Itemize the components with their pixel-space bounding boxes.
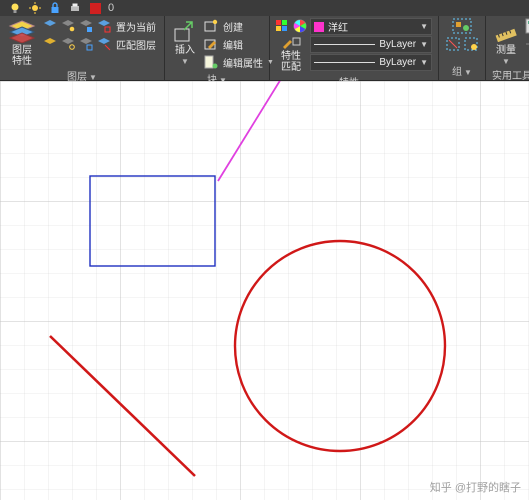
layer-freeze-icon[interactable]	[60, 18, 76, 34]
chevron-down-icon: ▼	[181, 57, 189, 66]
group-edit-icon[interactable]	[463, 36, 479, 52]
lock-icon[interactable]	[48, 1, 62, 15]
bylayer-colors-icon[interactable]	[274, 18, 290, 34]
layer-on-icon[interactable]	[42, 36, 58, 52]
ribbon: 0 图层 特性 置为当前	[0, 0, 529, 81]
layer-unisolate-icon[interactable]	[96, 36, 112, 52]
chevron-down-icon: ▼	[420, 58, 428, 67]
drawing-canvas[interactable]: 知乎 @打野的瞎子	[0, 81, 529, 500]
insert-icon	[171, 18, 199, 44]
edit-block-icon[interactable]	[203, 36, 219, 52]
ribbon-panels: 图层 特性 置为当前 匹配图层	[0, 16, 529, 80]
layer-lock-icon[interactable]	[78, 18, 94, 34]
layer-thaw-icon[interactable]	[60, 36, 76, 52]
color-swatch	[314, 22, 324, 32]
measure-icon	[492, 18, 520, 44]
chevron-down-icon: ▼	[420, 22, 428, 31]
group-icon[interactable]	[452, 18, 472, 34]
match-properties-button[interactable]: 特性 匹配	[276, 36, 306, 73]
edit-block-button[interactable]: 编辑	[221, 37, 245, 52]
layer-name[interactable]: 0	[108, 2, 114, 14]
layer-unlock-icon[interactable]	[78, 36, 94, 52]
layer-off-icon[interactable]	[42, 18, 58, 34]
panel-utilities: 测量 ▼ 实用工具▼	[486, 16, 529, 80]
print-icon[interactable]	[68, 1, 82, 15]
panel-layers: 图层 特性 置为当前 匹配图层	[0, 16, 165, 80]
color-swatch-icon[interactable]	[88, 1, 102, 15]
watermark: 知乎 @打野的瞎子	[430, 479, 521, 495]
panel-title-group[interactable]: 组▼	[445, 62, 479, 80]
layer-properties-button[interactable]: 图层 特性	[6, 18, 38, 67]
panel-group: 组▼	[439, 16, 486, 80]
chevron-down-icon: ▼	[502, 57, 510, 66]
set-current-button[interactable]: 置为当前	[114, 19, 158, 34]
chevron-down-icon: ▼	[420, 40, 428, 49]
layer-isolate-icon[interactable]	[96, 18, 112, 34]
quick-layer-strip: 0	[0, 0, 529, 16]
lineweight-value: ByLayer	[379, 39, 416, 50]
layers-stack-icon	[8, 18, 36, 44]
point-icon[interactable]	[524, 36, 529, 52]
lightbulb-icon[interactable]	[8, 1, 22, 15]
insert-label: 插入	[175, 45, 195, 56]
calculator-icon[interactable]	[524, 18, 529, 34]
match-prop-icon	[277, 36, 305, 50]
match-prop-label: 特性 匹配	[281, 51, 301, 73]
lineweight-dropdown[interactable]: ByLayer ▼	[310, 36, 432, 53]
ungroup-icon[interactable]	[445, 36, 461, 52]
edit-attributes-button[interactable]: 编辑属性	[221, 55, 265, 70]
panel-properties: 特性 匹配 洋红 ▼ ByLayer ▼	[270, 16, 439, 80]
chevron-down-icon: ▼	[464, 68, 472, 77]
edit-attributes-icon[interactable]	[203, 54, 219, 70]
match-layer-button[interactable]: 匹配图层	[114, 37, 158, 52]
create-block-icon[interactable]	[203, 18, 219, 34]
linetype-sample	[314, 62, 375, 63]
color-dropdown[interactable]: 洋红 ▼	[310, 18, 432, 35]
layer-tools-grid: 置为当前 匹配图层	[42, 18, 158, 52]
block-tools: 创建 编辑 编辑属性 ▼	[203, 18, 274, 70]
create-block-button[interactable]: 创建	[221, 19, 245, 34]
grid-background	[0, 81, 529, 500]
panel-block: 插入 ▼ 创建 编辑 编辑属性 ▼	[165, 16, 270, 80]
color-wheel-icon[interactable]	[292, 18, 308, 34]
sun-icon[interactable]	[28, 1, 42, 15]
insert-block-button[interactable]: 插入 ▼	[171, 18, 199, 66]
layer-properties-label: 图层 特性	[12, 45, 32, 67]
measure-label: 测量	[496, 45, 516, 56]
color-value: 洋红	[328, 19, 416, 34]
canvas-svg	[0, 81, 529, 500]
measure-button[interactable]: 测量 ▼	[492, 18, 520, 66]
linetype-value: ByLayer	[379, 57, 416, 68]
lineweight-sample	[314, 44, 375, 45]
linetype-dropdown[interactable]: ByLayer ▼	[310, 54, 432, 71]
